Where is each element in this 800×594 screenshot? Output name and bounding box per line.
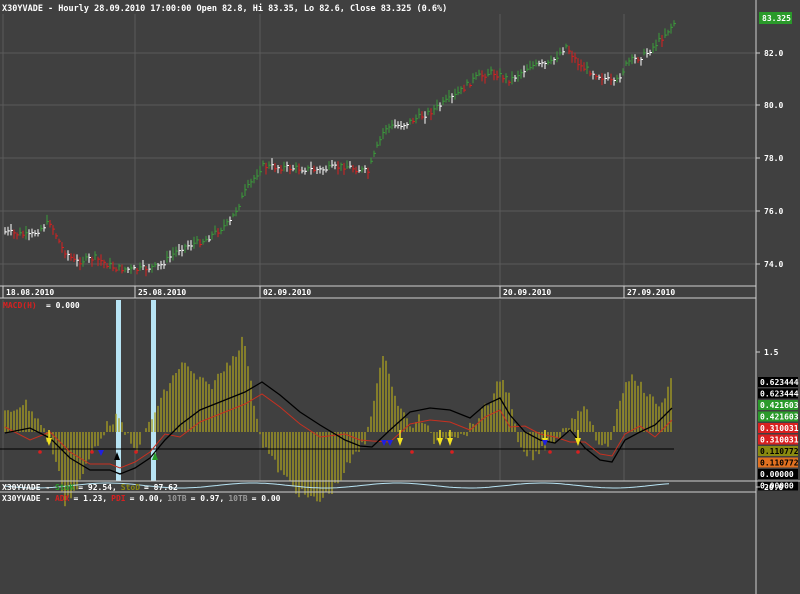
stoch-k-label: StoK (55, 483, 74, 492)
dot-marker (548, 450, 552, 454)
adx-label: ADX (55, 494, 70, 503)
x-label: 10TB (228, 494, 247, 503)
chart-window[interactable]: X30YVADE - Hourly 28.09.2010 17:00:00 Op… (0, 0, 800, 594)
last-price-label: 83.325 (762, 14, 791, 23)
price-header: X30YVADE - Hourly 28.09.2010 17:00:00 Op… (2, 3, 447, 14)
date-label: 18.08.2010 (6, 288, 54, 297)
date-label: 25.08.2010 (138, 288, 186, 297)
value-label: 0.421603 (760, 413, 799, 422)
dot-marker (576, 450, 580, 454)
dot-marker (134, 450, 138, 454)
macd-indicator-value: = 0.000 (46, 301, 80, 310)
macd-y-tick: 1.5 (764, 348, 779, 357)
dot-marker (410, 450, 414, 454)
y-tick-label: 82.0 (764, 49, 783, 58)
pdi-label: PDI (111, 494, 126, 503)
y-tick-label: 78.0 (764, 154, 783, 163)
value-label: 0.310031 (760, 436, 799, 445)
macd-indicator-label: MACD(H) (3, 301, 37, 310)
value-label: 0.110772 (760, 447, 799, 456)
dot-marker (38, 450, 42, 454)
stoch-d-value: = 87.62 (144, 483, 178, 492)
date-label: 02.09.2010 (263, 288, 311, 297)
ndi-value: = 0.97, (191, 494, 225, 503)
date-label: 27.09.2010 (627, 288, 675, 297)
x-value: = 0.00 (252, 494, 281, 503)
value-label: 0.00000 (760, 470, 794, 479)
pdi-value: = 0.00, (130, 494, 164, 503)
stoch-d-label: StoD (121, 483, 140, 492)
stoch-k-value: = 92.54, (78, 483, 117, 492)
value-label: 0.623444 (760, 390, 799, 399)
y-tick-label: 76.0 (764, 207, 783, 216)
chart-background (0, 0, 800, 594)
ndi-label: 10TB (167, 494, 186, 503)
value-label: 0.310031 (760, 424, 799, 433)
stoch-y-tick: 20.0 (764, 483, 783, 492)
value-label: 0.623444 (760, 378, 799, 387)
date-label: 20.09.2010 (503, 288, 551, 297)
adx-prefix: X30YVADE - (2, 494, 55, 503)
stoch-prefix: X30YVADE - (2, 483, 55, 492)
y-tick-label: 74.0 (764, 260, 783, 269)
dot-marker (90, 450, 94, 454)
value-label: 0.421603 (760, 401, 799, 410)
adx-panel[interactable]: X30YVADE - ADX = 1.23, PDI = 0.00, 10TB = 0.9… (2, 494, 281, 503)
stoch-legend: X30YVADE - StoK = 92.54, StoD = 87.62 (2, 483, 178, 492)
dot-marker (450, 450, 454, 454)
y-tick-label: 80.0 (764, 101, 783, 110)
adx-value: = 1.23, (73, 494, 107, 503)
adx-legend: X30YVADE - ADX = 1.23, PDI = 0.00, 10TB = 0.9… (2, 494, 281, 503)
value-label: 0.110772 (760, 459, 799, 468)
